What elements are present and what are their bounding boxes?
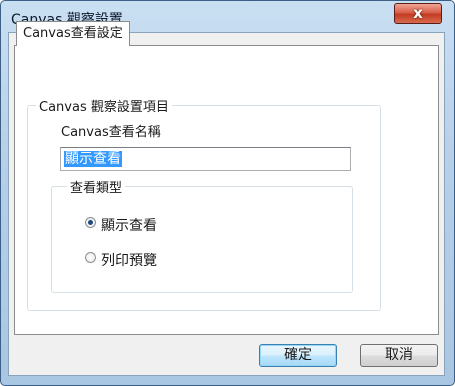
ok-button[interactable]: 確定	[259, 344, 337, 367]
view-name-value: 顯示查看	[64, 151, 122, 167]
close-icon: x	[413, 4, 423, 22]
close-button[interactable]: x	[394, 3, 442, 24]
view-name-label: Canvas查看名稱	[61, 125, 161, 140]
cancel-button[interactable]: 取消	[360, 344, 438, 367]
view-type-legend: 查看類型	[67, 177, 126, 196]
settings-group-legend: Canvas 觀察設置項目	[36, 96, 172, 115]
view-type-groupbox	[51, 186, 353, 293]
radio-button-selected-icon[interactable]	[85, 217, 96, 228]
radio-display-view-label: 顯示查看	[101, 218, 157, 234]
tab-canvas-view-settings[interactable]: Canvas查看設定	[16, 21, 130, 46]
view-name-input[interactable]: 顯示查看	[60, 147, 351, 171]
radio-button-icon[interactable]	[85, 252, 96, 263]
radio-print-preview-label: 列印預覽	[101, 253, 157, 269]
radio-dot	[88, 220, 93, 225]
